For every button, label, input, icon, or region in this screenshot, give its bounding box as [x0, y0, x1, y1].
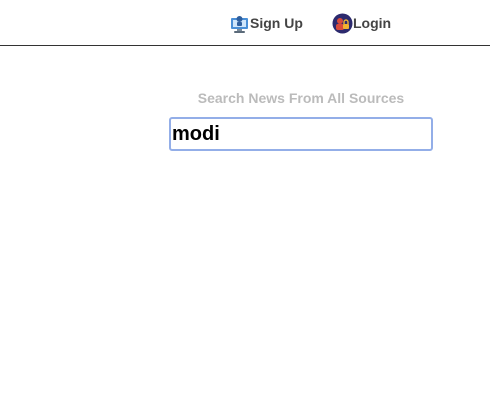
login-link[interactable]: Login [332, 12, 391, 34]
computer-user-icon [229, 13, 250, 34]
signup-link[interactable]: Sign Up [229, 12, 303, 34]
search-heading: Search News From All Sources [197, 90, 405, 106]
signup-label: Sign Up [250, 15, 303, 31]
login-label: Login [353, 15, 392, 31]
top-navbar: Sign Up Login [0, 0, 490, 46]
lock-user-icon [332, 13, 353, 34]
search-input[interactable] [169, 117, 433, 151]
